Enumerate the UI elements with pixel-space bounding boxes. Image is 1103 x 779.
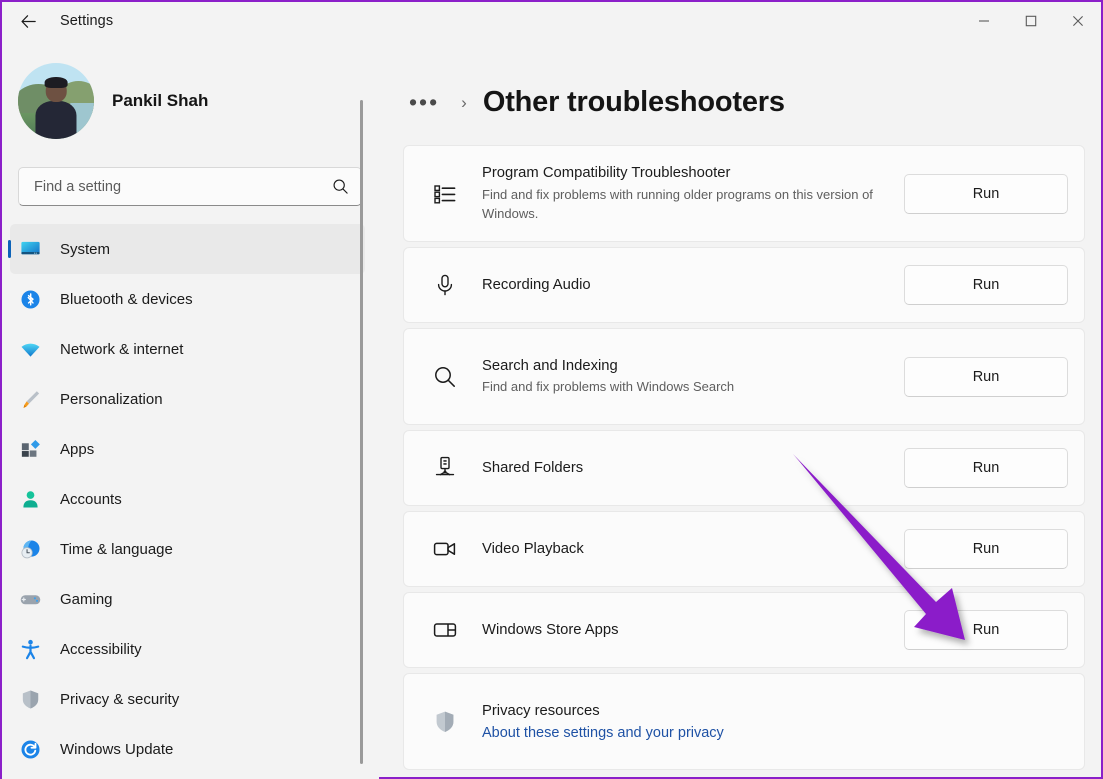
sidebar-item-label: System bbox=[60, 241, 110, 258]
minimize-button[interactable] bbox=[960, 2, 1007, 40]
sidebar-item-label: Windows Update bbox=[60, 741, 173, 758]
sidebar-item-personalization[interactable]: Personalization bbox=[10, 374, 365, 424]
back-arrow-icon bbox=[19, 12, 38, 31]
search-input[interactable] bbox=[34, 179, 332, 195]
troubleshooter-title: Windows Store Apps bbox=[482, 620, 888, 641]
privacy-resources-title: Privacy resources bbox=[482, 701, 1052, 722]
troubleshooter-text: Recording Audio bbox=[482, 275, 904, 296]
privacy-resources-text: Privacy resources About these settings a… bbox=[482, 701, 1068, 742]
run-button[interactable]: Run bbox=[904, 448, 1068, 488]
run-button[interactable]: Run bbox=[904, 265, 1068, 305]
sidebar-scrollbar[interactable] bbox=[360, 100, 363, 764]
sidebar-item-label: Bluetooth & devices bbox=[60, 291, 193, 308]
troubleshooter-row-windows-store-apps: Windows Store Apps Run bbox=[403, 592, 1085, 668]
bluetooth-icon bbox=[18, 287, 42, 311]
troubleshooter-text: Shared Folders bbox=[482, 458, 904, 479]
sidebar-item-label: Time & language bbox=[60, 541, 173, 558]
troubleshooter-text: Search and Indexing Find and fix problem… bbox=[482, 356, 904, 398]
troubleshooter-row-shared-folders: Shared Folders Run bbox=[403, 430, 1085, 506]
sidebar-item-label: Privacy & security bbox=[60, 691, 179, 708]
run-button[interactable]: Run bbox=[904, 610, 1068, 650]
run-button[interactable]: Run bbox=[904, 357, 1068, 397]
update-refresh-icon bbox=[18, 737, 42, 761]
maximize-button[interactable] bbox=[1007, 2, 1054, 40]
sidebar-item-apps[interactable]: Apps bbox=[10, 424, 365, 474]
magnifier-icon bbox=[430, 364, 460, 390]
page-title: Other troubleshooters bbox=[483, 86, 785, 119]
troubleshooter-row-search-indexing: Search and Indexing Find and fix problem… bbox=[403, 328, 1085, 425]
troubleshooter-row-video-playback: Video Playback Run bbox=[403, 511, 1085, 587]
sidebar-item-label: Personalization bbox=[60, 391, 163, 408]
store-panel-icon bbox=[430, 617, 460, 643]
sidebar-item-label: Apps bbox=[60, 441, 94, 458]
main-content: ••• › Other troubleshooters bbox=[379, 40, 1101, 779]
run-button[interactable]: Run bbox=[904, 529, 1068, 569]
sidebar-item-gaming[interactable]: Gaming bbox=[10, 574, 365, 624]
server-share-icon bbox=[430, 455, 460, 481]
person-icon bbox=[18, 487, 42, 511]
sidebar: Pankil Shah bbox=[2, 40, 379, 779]
troubleshooter-row-recording-audio: Recording Audio Run bbox=[403, 247, 1085, 323]
sidebar-item-label: Accessibility bbox=[60, 641, 142, 658]
privacy-settings-link[interactable]: About these settings and your privacy bbox=[482, 725, 724, 741]
clock-globe-icon bbox=[18, 537, 42, 561]
sidebar-item-label: Network & internet bbox=[60, 341, 183, 358]
troubleshooter-title: Video Playback bbox=[482, 539, 888, 560]
privacy-resources-row: Privacy resources About these settings a… bbox=[403, 673, 1085, 770]
troubleshooter-text: Program Compatibility Troubleshooter Fin… bbox=[482, 163, 904, 223]
close-button[interactable] bbox=[1054, 2, 1101, 40]
search-section bbox=[4, 139, 379, 206]
search-icon[interactable] bbox=[332, 178, 349, 195]
troubleshooter-title: Search and Indexing bbox=[482, 356, 888, 377]
troubleshooter-description: Find and fix problems with running older… bbox=[482, 186, 888, 224]
sidebar-item-time-language[interactable]: Time & language bbox=[10, 524, 365, 574]
troubleshooter-row-program-compatibility: Program Compatibility Troubleshooter Fin… bbox=[403, 145, 1085, 242]
chevron-right-icon: › bbox=[461, 93, 467, 113]
troubleshooter-text: Video Playback bbox=[482, 539, 904, 560]
sidebar-item-accessibility[interactable]: Accessibility bbox=[10, 624, 365, 674]
close-icon bbox=[1072, 15, 1084, 27]
window-controls bbox=[960, 2, 1101, 40]
shield-icon bbox=[430, 709, 460, 735]
avatar bbox=[18, 63, 94, 139]
paintbrush-icon bbox=[18, 387, 42, 411]
wifi-icon bbox=[18, 337, 42, 361]
sidebar-nav: System Bluetooth & devices bbox=[4, 224, 379, 774]
title-bar: Settings bbox=[2, 2, 1101, 40]
sidebar-item-windows-update[interactable]: Windows Update bbox=[10, 724, 365, 774]
sidebar-item-privacy-security[interactable]: Privacy & security bbox=[10, 674, 365, 724]
profile-section[interactable]: Pankil Shah bbox=[4, 40, 379, 139]
breadcrumb-overflow-button[interactable]: ••• bbox=[403, 89, 445, 116]
troubleshooter-title: Program Compatibility Troubleshooter bbox=[482, 163, 888, 184]
shield-icon bbox=[18, 687, 42, 711]
sidebar-item-system[interactable]: System bbox=[10, 224, 365, 274]
sidebar-item-label: Gaming bbox=[60, 591, 113, 608]
search-box[interactable] bbox=[18, 167, 362, 206]
minimize-icon bbox=[978, 15, 990, 27]
app-title: Settings bbox=[60, 13, 113, 29]
troubleshooter-title: Recording Audio bbox=[482, 275, 888, 296]
gamepad-icon bbox=[18, 587, 42, 611]
run-button[interactable]: Run bbox=[904, 174, 1068, 214]
troubleshooters-list: Program Compatibility Troubleshooter Fin… bbox=[403, 145, 1085, 770]
monitor-icon bbox=[18, 237, 42, 261]
app-shell: Pankil Shah bbox=[2, 40, 1101, 779]
back-button[interactable] bbox=[8, 5, 48, 37]
sidebar-item-accounts[interactable]: Accounts bbox=[10, 474, 365, 524]
apps-icon bbox=[18, 437, 42, 461]
maximize-icon bbox=[1025, 15, 1037, 27]
troubleshooter-title: Shared Folders bbox=[482, 458, 888, 479]
microphone-icon bbox=[430, 272, 460, 298]
sidebar-item-label: Accounts bbox=[60, 491, 122, 508]
accessibility-icon bbox=[18, 637, 42, 661]
breadcrumb: ••• › Other troubleshooters bbox=[403, 40, 1085, 145]
troubleshooter-text: Windows Store Apps bbox=[482, 620, 904, 641]
sidebar-item-bluetooth-devices[interactable]: Bluetooth & devices bbox=[10, 274, 365, 324]
profile-name: Pankil Shah bbox=[112, 91, 208, 111]
troubleshooter-description: Find and fix problems with Windows Searc… bbox=[482, 378, 888, 397]
sidebar-item-network-internet[interactable]: Network & internet bbox=[10, 324, 365, 374]
video-camera-icon bbox=[430, 536, 460, 562]
list-icon bbox=[430, 181, 460, 207]
